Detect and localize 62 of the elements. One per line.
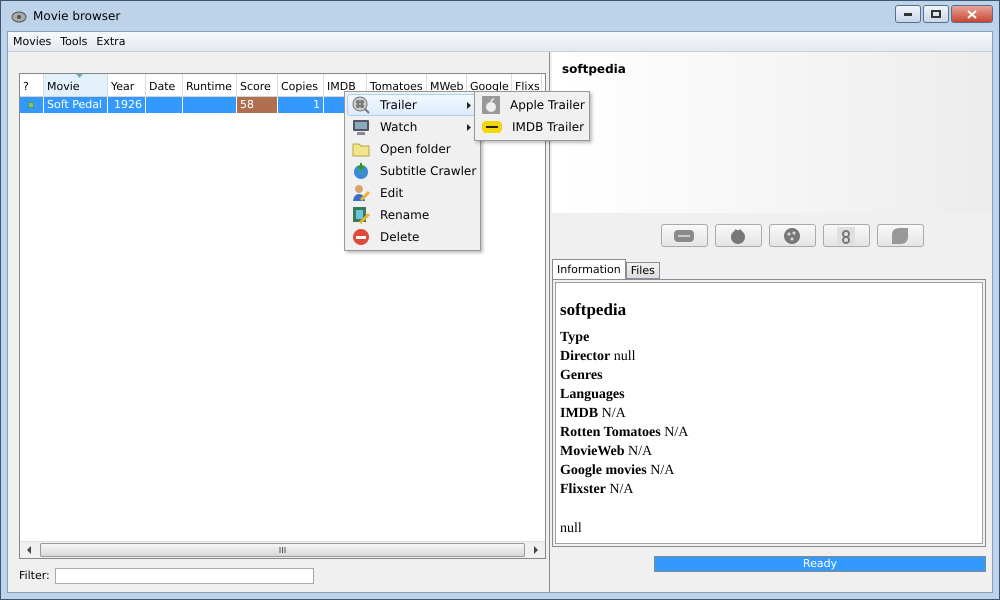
film-edit-icon (352, 206, 370, 224)
status-text: Ready (802, 556, 838, 570)
site-button[interactable] (714, 224, 762, 247)
submenu-arrow-icon (467, 102, 471, 108)
apple-icon (482, 96, 500, 114)
table-cell: 1926 (108, 97, 146, 113)
imdb-icon (482, 121, 502, 133)
menu-item[interactable]: Tools (60, 35, 88, 48)
close-button[interactable] (951, 5, 993, 23)
menu-item[interactable]: Rename (347, 204, 478, 226)
table-cell: 1 (278, 97, 324, 113)
info-line: Type (560, 329, 590, 347)
minimize-icon (904, 12, 912, 16)
site-button[interactable] (660, 224, 708, 247)
site-button[interactable] (822, 224, 870, 247)
table-cell: Soft Pedal (44, 97, 108, 113)
tab[interactable]: Files (626, 262, 660, 279)
right-arrow-icon (531, 546, 541, 554)
globe-icon (352, 162, 370, 180)
menu-item[interactable]: Extra (96, 35, 126, 48)
menu-item[interactable]: Open folder (347, 138, 478, 160)
tomato-icon (729, 226, 747, 244)
info-line: Google movies N/A (560, 462, 676, 480)
info-line: IMDB N/A (560, 405, 627, 423)
column-header[interactable]: Year (108, 74, 146, 96)
info-line: Flixster N/A (560, 481, 634, 499)
grip-icon (279, 547, 286, 553)
site-button[interactable] (768, 224, 816, 247)
filter-label: Filter: (19, 569, 50, 582)
column-header[interactable]: Movie (44, 74, 108, 96)
info-line: Rotten Tomatoes N/A (560, 424, 690, 442)
menu-item[interactable]: Subtitle Crawler (347, 160, 478, 182)
maximize-button[interactable] (923, 5, 949, 23)
info-line: MovieWeb N/A (560, 443, 654, 461)
info-title: softpedia (560, 300, 628, 320)
monitor-icon (352, 118, 370, 136)
info-line: Director null (560, 348, 637, 366)
window-title: Movie browser (33, 9, 120, 23)
submenu-arrow-icon (467, 124, 471, 130)
site-button[interactable] (876, 224, 924, 247)
sort-icon (76, 74, 82, 78)
table-cell: 58 (237, 97, 278, 113)
horizontal-scrollbar[interactable] (20, 541, 545, 558)
delete-icon (352, 228, 370, 246)
filter-field[interactable] (54, 568, 314, 584)
close-icon (967, 10, 977, 18)
info-line: Languages (560, 386, 626, 404)
leaf-icon (891, 226, 909, 244)
menu-item[interactable]: IMDB Trailer (477, 116, 587, 138)
minimize-button[interactable] (895, 5, 921, 23)
menu-item[interactable]: Movies (13, 35, 52, 48)
menu-item[interactable]: Edit (347, 182, 478, 204)
info-footer: null (560, 521, 978, 537)
imdb-icon (674, 230, 694, 242)
person-edit-icon (352, 184, 370, 202)
maximize-icon (931, 10, 941, 18)
tab[interactable]: Information (552, 259, 626, 279)
menu-item[interactable]: Delete (347, 226, 478, 248)
reel-icon (783, 226, 801, 244)
menu-item[interactable]: Watch (347, 116, 478, 138)
info-line: Genres (560, 367, 604, 385)
preview-title: softpedia (562, 62, 626, 76)
